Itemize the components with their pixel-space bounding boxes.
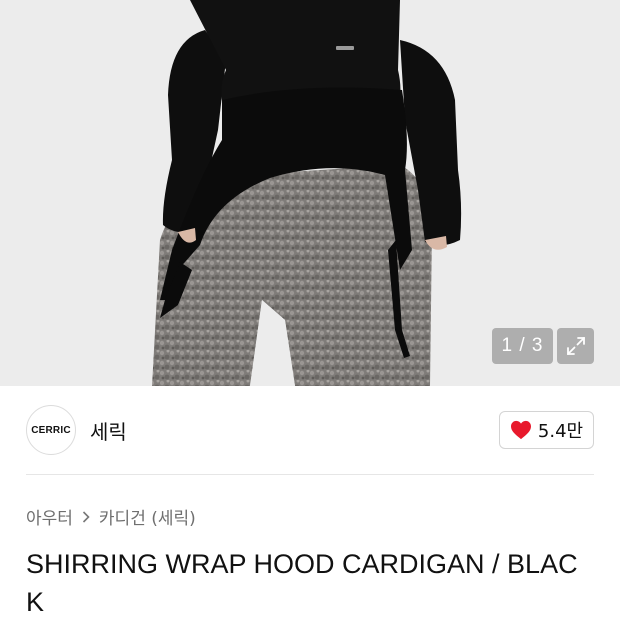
product-title: SHIRRING WRAP HOOD CARDIGAN / BLACK xyxy=(26,549,578,617)
brand-name-link[interactable]: 세릭 xyxy=(90,416,127,445)
like-count: 5.4만 xyxy=(537,421,584,442)
breadcrumb-item-cardigan[interactable]: 카디건 (세릭) xyxy=(99,504,196,529)
brand-logo-text: CERRIC xyxy=(31,424,71,436)
brand-row: CERRIC 세릭 5.4만 xyxy=(0,386,620,476)
expand-arrows-icon xyxy=(566,337,585,355)
section-divider xyxy=(26,474,594,475)
pager-text: 1 / 3 xyxy=(501,335,544,356)
heart-icon xyxy=(510,420,531,440)
image-pager: 1 / 3 xyxy=(492,328,553,364)
breadcrumb-item-outer[interactable]: 아우터 xyxy=(26,504,73,529)
chevron-right-icon xyxy=(82,510,90,523)
product-image-gallery[interactable]: 1 / 3 xyxy=(0,0,620,386)
expand-button[interactable] xyxy=(557,328,594,364)
like-button[interactable]: 5.4만 xyxy=(499,411,594,449)
breadcrumb: 아우터 카디건 (세릭) xyxy=(26,504,196,529)
brand-logo[interactable]: CERRIC xyxy=(26,405,76,455)
